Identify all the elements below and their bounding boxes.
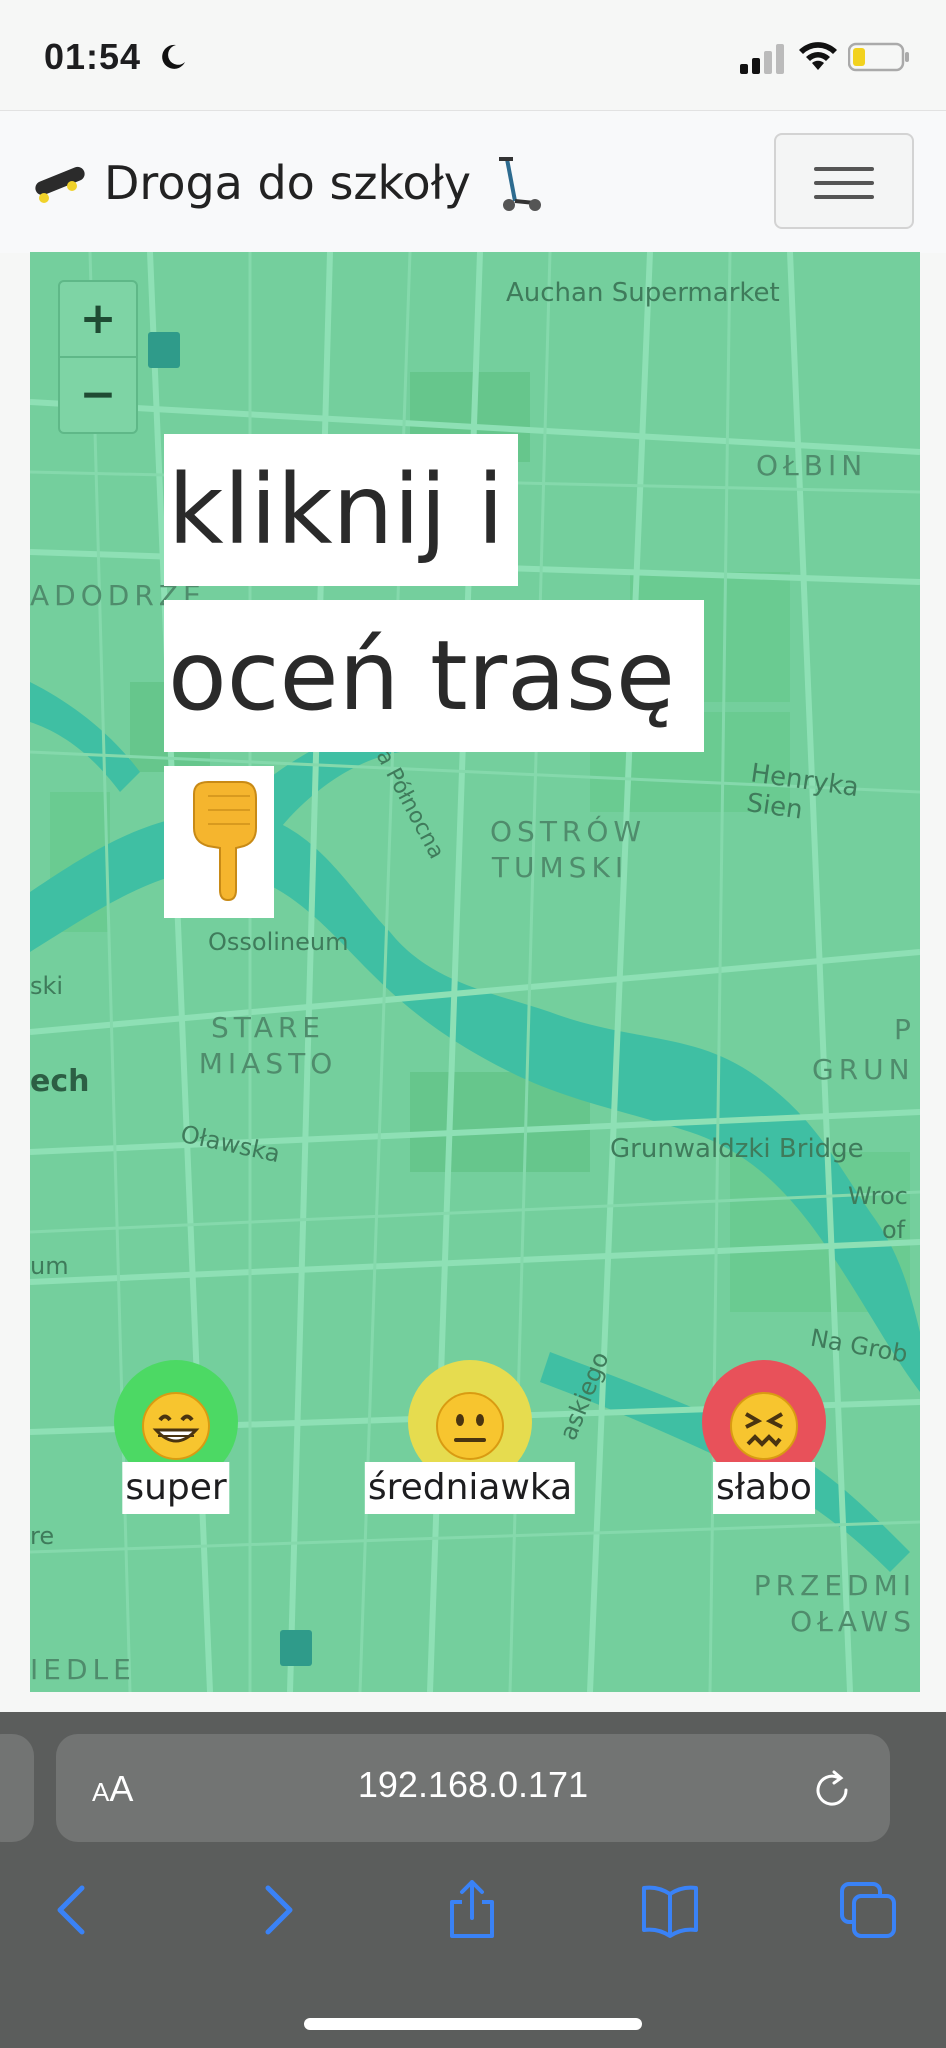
- page-title: Droga do szkoły: [104, 156, 471, 210]
- navbar: Droga do szkoły: [0, 110, 946, 253]
- pointing-down-hand-icon: [193, 781, 257, 902]
- map-label: IEDLE: [30, 1653, 136, 1686]
- map-label: Ossolineum: [208, 928, 349, 956]
- cellular-signal-icon: [740, 44, 784, 74]
- map-label: ech: [30, 1064, 90, 1099]
- map-label: re: [30, 1522, 55, 1550]
- rating-slabo-button[interactable]: słabo: [664, 1360, 864, 1530]
- status-bar: 01:54: [0, 0, 946, 110]
- zoom-out-button[interactable]: −: [60, 358, 136, 432]
- map-label: P: [894, 1013, 916, 1046]
- menu-toggle-button[interactable]: [774, 133, 914, 229]
- zoom-control: + −: [58, 280, 138, 434]
- map-label: GRUN: [812, 1053, 915, 1086]
- address-bar[interactable]: AA 192.168.0.171: [56, 1734, 890, 1842]
- cta-line-1: kliknij i: [164, 434, 518, 586]
- rating-super-button[interactable]: super: [76, 1360, 276, 1530]
- url-text: 192.168.0.171: [357, 1764, 589, 1805]
- map-label: Grunwaldzki Bridge: [610, 1134, 864, 1164]
- grinning-face-icon: [142, 1392, 210, 1460]
- pointing-hand-box: [164, 766, 274, 918]
- share-icon[interactable]: [442, 1880, 502, 1940]
- browser-toolbar: AA 192.168.0.171: [0, 1712, 946, 2048]
- rating-sredniawka-button[interactable]: średniawka: [364, 1360, 576, 1530]
- map-label: of: [882, 1216, 906, 1244]
- map-label: PRZEDMI OŁAWS: [753, 1569, 916, 1638]
- map-label: Auchan Supermarket: [506, 278, 780, 308]
- brand[interactable]: Droga do szkoły: [30, 153, 541, 213]
- battery-icon: [848, 42, 909, 72]
- rating-label: słabo: [713, 1462, 815, 1514]
- home-indicator: [304, 2018, 642, 2030]
- map-label: OSTRÓW TUMSKI: [490, 815, 647, 884]
- scooter-icon: [499, 157, 541, 211]
- forward-icon[interactable]: [246, 1880, 306, 1940]
- wifi-icon: [799, 42, 837, 70]
- map[interactable]: owska Auchan Supermarket OŁBIN ADODRZE H…: [30, 252, 920, 1692]
- rating-label: średniawka: [364, 1462, 576, 1514]
- reload-icon[interactable]: [810, 1768, 854, 1812]
- map-label: um: [30, 1252, 69, 1280]
- neutral-face-icon: [436, 1392, 504, 1460]
- moon-icon: [162, 44, 185, 69]
- tabs-icon[interactable]: [838, 1880, 898, 1940]
- map-label: ski: [30, 972, 64, 1000]
- confounded-face-icon: [730, 1392, 798, 1460]
- previous-tab-peek[interactable]: [0, 1734, 34, 1842]
- zoom-in-button[interactable]: +: [60, 282, 136, 358]
- map-label: OŁBIN: [756, 449, 868, 482]
- bookmarks-icon[interactable]: [640, 1880, 700, 1940]
- status-time: 01:54: [44, 36, 142, 77]
- skateboard-icon: [35, 166, 85, 203]
- back-icon[interactable]: [44, 1880, 104, 1940]
- map-label: STARE MIASTO: [198, 1011, 338, 1080]
- rating-label: super: [122, 1462, 230, 1514]
- cta-line-2: oceń trasę: [164, 600, 704, 752]
- map-label: Wroc: [848, 1182, 908, 1210]
